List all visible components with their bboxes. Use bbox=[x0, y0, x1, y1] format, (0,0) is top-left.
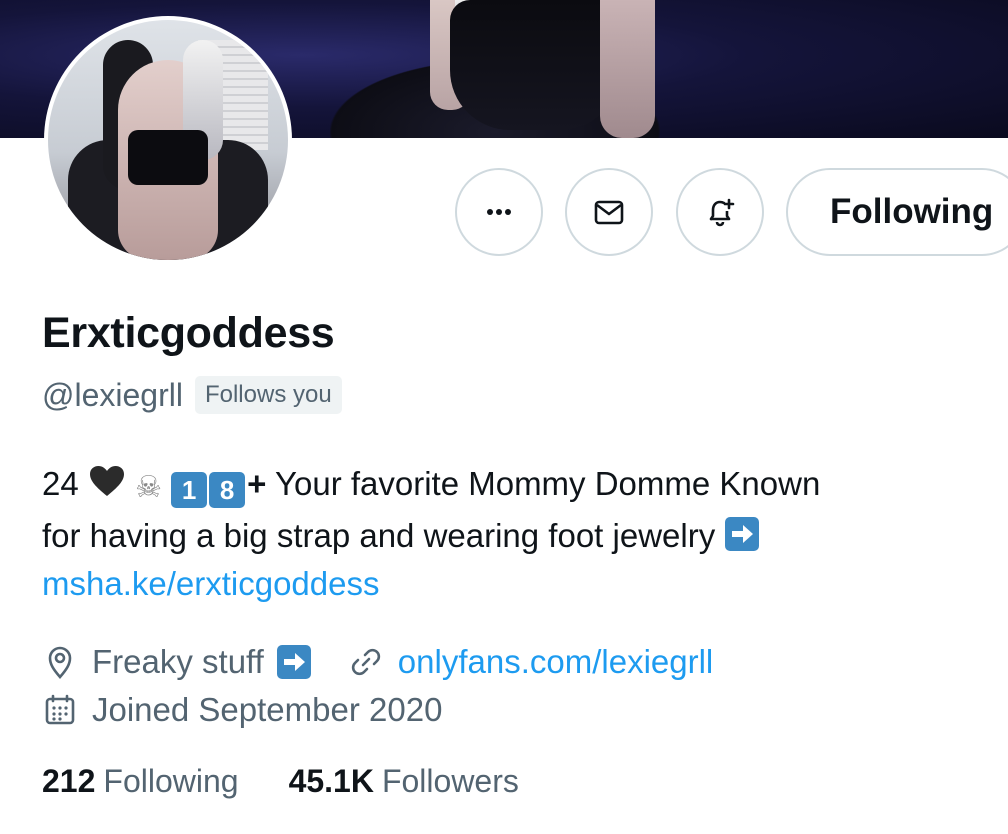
following-button[interactable]: Following bbox=[786, 168, 1008, 256]
calendar-icon bbox=[45, 694, 75, 725]
notify-button[interactable] bbox=[676, 168, 764, 256]
more-button[interactable] bbox=[455, 168, 543, 256]
profile-meta-row: Joined September 2020 bbox=[42, 686, 442, 734]
profile-meta-row: Freaky stuff onlyfans.com/lexiegrll bbox=[42, 638, 713, 686]
following-count[interactable]: 212 bbox=[42, 763, 95, 800]
bio: 24 ☠ 1 8 + Your favorite Mommy Domme Known… bbox=[42, 460, 1002, 608]
bio-age: 24 bbox=[42, 465, 79, 502]
followers-label[interactable]: Followers bbox=[382, 763, 519, 800]
right-arrow-icon bbox=[725, 517, 760, 551]
bio-text-line1: Your favorite Mommy Domme Known bbox=[275, 465, 821, 502]
keycap-digit: 1 bbox=[171, 472, 208, 508]
following-label[interactable]: Following bbox=[103, 763, 238, 800]
handle-row: @lexiegrll Follows you bbox=[42, 374, 342, 416]
keycap-digit: 8 bbox=[209, 472, 246, 508]
profile-actions: Following bbox=[0, 168, 1008, 258]
display-name: Erxticgoddess bbox=[42, 309, 335, 357]
right-arrow-icon bbox=[276, 645, 311, 679]
message-button[interactable] bbox=[565, 168, 653, 256]
banner-shape bbox=[450, 0, 620, 130]
more-horizontal-icon bbox=[487, 209, 511, 215]
bio-text-line2: for having a big strap and wearing foot … bbox=[42, 517, 716, 554]
profile-website-link[interactable]: onlyfans.com/lexiegrll bbox=[398, 643, 713, 681]
envelope-icon bbox=[594, 200, 624, 225]
black-heart-icon bbox=[89, 466, 124, 496]
bio-link[interactable]: msha.ke/erxticgoddess bbox=[42, 565, 380, 602]
banner-shape bbox=[600, 0, 655, 138]
link-icon bbox=[351, 648, 380, 676]
profile-joined-date: Joined September 2020 bbox=[92, 691, 443, 728]
bell-plus-icon bbox=[709, 198, 735, 227]
user-handle: @lexiegrll bbox=[42, 376, 183, 413]
skull-crossbones-icon: ☠ bbox=[135, 471, 162, 504]
followers-count[interactable]: 45.1K bbox=[289, 763, 374, 800]
location-pin-icon bbox=[48, 646, 72, 679]
follows-you-badge: Follows you bbox=[194, 376, 342, 414]
bio-plus: + bbox=[247, 465, 267, 502]
profile-location: Freaky stuff bbox=[92, 643, 264, 680]
profile-stats: 212 Following 45.1K Followers bbox=[42, 763, 519, 800]
